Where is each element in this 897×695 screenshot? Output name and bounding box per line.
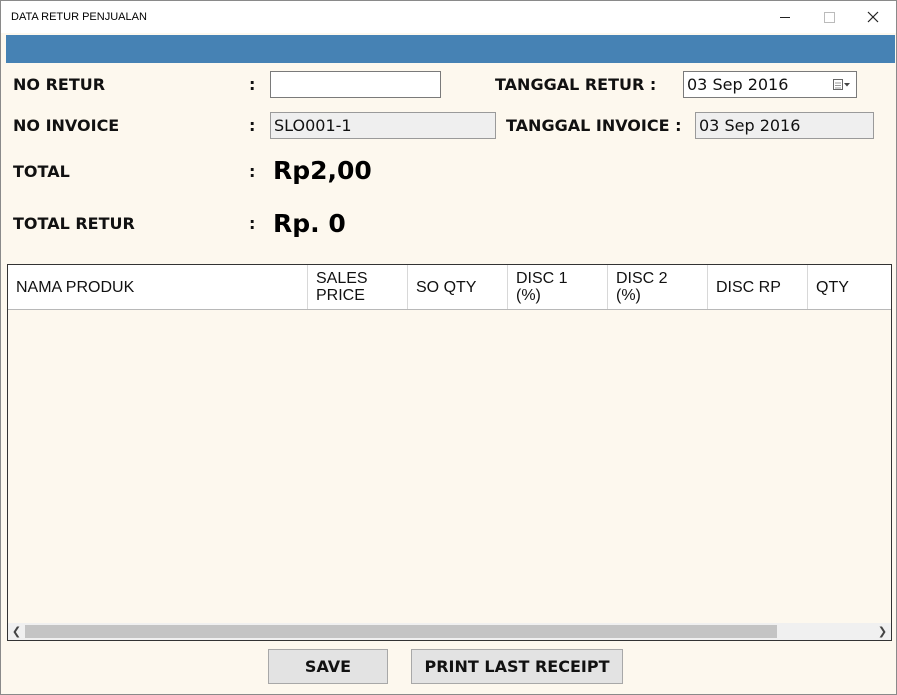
header-bar bbox=[6, 35, 895, 63]
window-title: DATA RETUR PENJUALAN bbox=[11, 11, 147, 23]
close-button[interactable] bbox=[852, 1, 896, 33]
column-header-text: (%) bbox=[516, 287, 541, 304]
grid-header: NAMA PRODUK SALES PRICE SO QTY DISC 1 (%) … bbox=[8, 265, 891, 310]
chevron-right-icon[interactable]: ❯ bbox=[874, 623, 891, 640]
minimize-button[interactable] bbox=[763, 1, 807, 33]
column-header-text: NAMA PRODUK bbox=[16, 278, 135, 296]
column-header-disc-2[interactable]: DISC 2 (%) bbox=[608, 265, 708, 309]
no-retur-label: NO RETUR bbox=[13, 75, 106, 94]
no-invoice-field[interactable]: SLO001-1 bbox=[270, 112, 496, 139]
column-header-nama-produk[interactable]: NAMA PRODUK bbox=[8, 265, 308, 309]
total-retur-value: Rp. 0 bbox=[273, 209, 346, 238]
no-invoice-label: NO INVOICE bbox=[13, 116, 120, 135]
column-header-text: QTY bbox=[816, 278, 849, 296]
maximize-icon bbox=[824, 12, 835, 23]
column-header-sales-price[interactable]: SALES PRICE bbox=[308, 265, 408, 309]
retur-window: DATA RETUR PENJUALAN NO RETUR : TANGGAL … bbox=[0, 0, 897, 695]
column-header-text: DISC 1 bbox=[516, 270, 568, 287]
tanggal-invoice-label: TANGGAL INVOICE : bbox=[506, 116, 682, 135]
total-retur-colon: : bbox=[249, 214, 256, 233]
no-retur-colon: : bbox=[249, 75, 256, 94]
total-retur-label: TOTAL RETUR bbox=[13, 214, 135, 233]
tanggal-retur-value: 03 Sep 2016 bbox=[687, 75, 789, 94]
retur-product-grid[interactable]: NAMA PRODUK SALES PRICE SO QTY DISC 1 (%) … bbox=[7, 264, 892, 641]
column-header-text: SALES bbox=[316, 270, 368, 287]
close-icon bbox=[867, 11, 879, 23]
minimize-icon bbox=[780, 17, 790, 18]
total-colon: : bbox=[249, 162, 256, 181]
print-last-receipt-button[interactable]: PRINT LAST RECEIPT bbox=[411, 649, 623, 684]
maximize-button[interactable] bbox=[807, 1, 851, 33]
column-header-text: (%) bbox=[616, 287, 641, 304]
column-header-qty[interactable]: QTY bbox=[808, 265, 891, 309]
horizontal-scrollbar[interactable]: ❮ ❯ bbox=[8, 623, 891, 640]
tanggal-invoice-field[interactable]: 03 Sep 2016 bbox=[695, 112, 874, 139]
total-value: Rp2,00 bbox=[273, 156, 372, 185]
total-label: TOTAL bbox=[13, 162, 70, 181]
no-retur-input[interactable] bbox=[270, 71, 441, 98]
tanggal-retur-datepicker[interactable]: 03 Sep 2016 bbox=[683, 71, 857, 98]
calendar-dropdown-icon[interactable] bbox=[833, 79, 851, 91]
column-header-text: DISC RP bbox=[716, 278, 781, 296]
column-header-text: DISC 2 bbox=[616, 270, 668, 287]
column-header-disc-rp[interactable]: DISC RP bbox=[708, 265, 808, 309]
title-bar: DATA RETUR PENJUALAN bbox=[1, 1, 896, 33]
no-invoice-colon: : bbox=[249, 116, 256, 135]
scrollbar-thumb[interactable] bbox=[25, 625, 777, 638]
column-header-text: PRICE bbox=[316, 287, 365, 304]
tanggal-retur-label: TANGGAL RETUR : bbox=[495, 75, 657, 94]
column-header-text: SO QTY bbox=[416, 278, 477, 296]
save-button[interactable]: SAVE bbox=[268, 649, 388, 684]
column-header-disc-1[interactable]: DISC 1 (%) bbox=[508, 265, 608, 309]
column-header-so-qty[interactable]: SO QTY bbox=[408, 265, 508, 309]
chevron-left-icon[interactable]: ❮ bbox=[8, 623, 25, 640]
